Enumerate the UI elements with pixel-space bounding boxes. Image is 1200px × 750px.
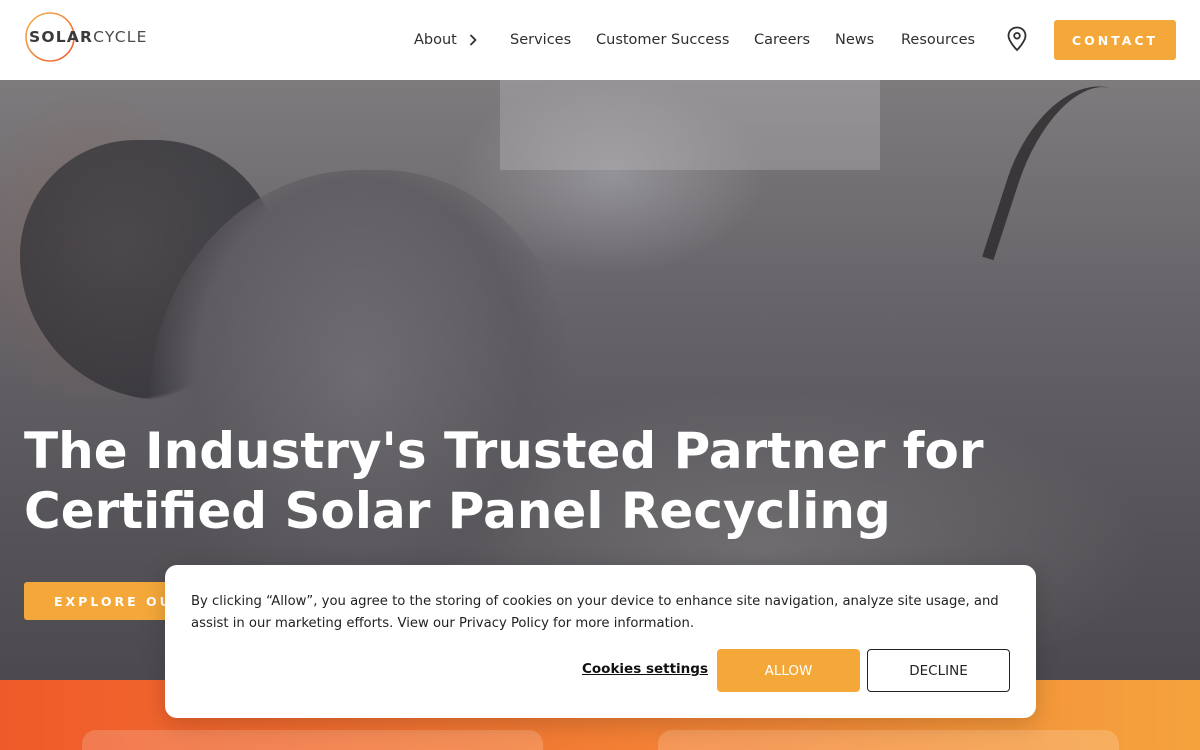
nav-about-label: About (414, 32, 457, 48)
nav-item-about[interactable]: About (414, 30, 480, 50)
logo-wordmark: SOLARCYCLE (29, 28, 148, 46)
hero-title-line2: Certified Solar Panel Recycling (24, 482, 891, 540)
stats-card-left (82, 730, 543, 750)
chevron-right-icon (469, 34, 477, 46)
logo-text-solar: SOLAR (29, 28, 94, 46)
cookie-consent-dialog: By clicking “Allow”, you agree to the st… (165, 565, 1036, 718)
map-pin-icon[interactable] (1006, 26, 1028, 52)
cookie-consent-text: By clicking “Allow”, you agree to the st… (191, 594, 999, 631)
nav-item-customer-success[interactable]: Customer Success (596, 30, 729, 50)
logo-text-cycle: CYCLE (93, 28, 148, 46)
stats-card-right (658, 730, 1119, 750)
hero-title: The Industry's Trusted Partner for Certi… (24, 421, 1024, 541)
contact-button[interactable]: CONTACT (1054, 20, 1176, 60)
nav-item-careers[interactable]: Careers (754, 30, 810, 50)
hero-title-line1: The Industry's Trusted Partner for (24, 422, 984, 480)
site-header: SOLARCYCLE About Services Customer Succe… (0, 0, 1200, 80)
allow-cookies-button[interactable]: ALLOW (717, 649, 860, 692)
decline-cookies-button[interactable]: DECLINE (867, 649, 1010, 692)
nav-item-resources[interactable]: Resources (901, 30, 975, 50)
solarcycle-logo[interactable]: SOLARCYCLE (24, 11, 164, 63)
nav-item-services[interactable]: Services (510, 30, 571, 50)
nav-item-news[interactable]: News (835, 30, 874, 50)
cookies-settings-link[interactable]: Cookies settings (582, 661, 708, 677)
